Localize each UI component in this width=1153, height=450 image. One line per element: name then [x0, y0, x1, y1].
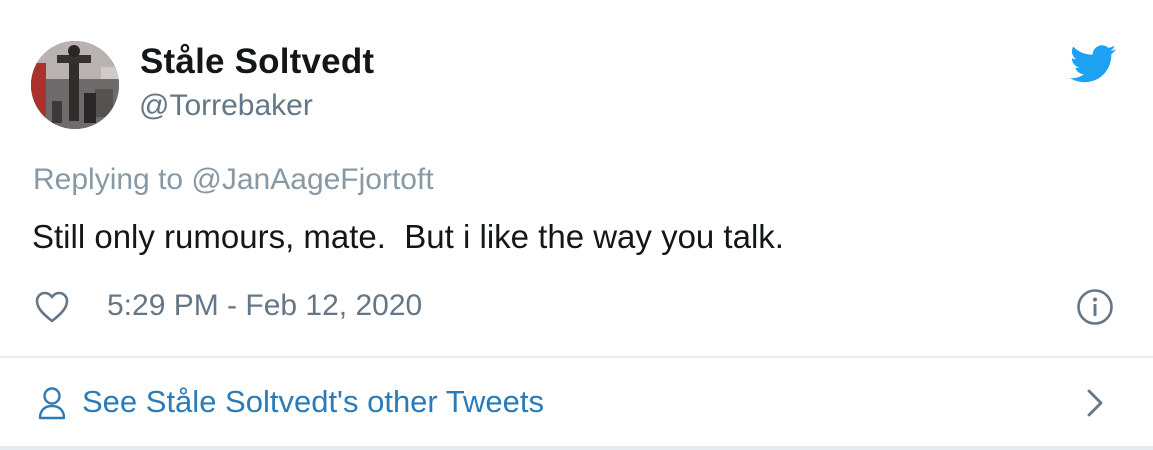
embedded-tweet-card: Ståle Soltvedt @Torrebaker Replying to @…: [0, 0, 1153, 450]
reply-context[interactable]: Replying to @JanAageFjortoft: [33, 163, 434, 197]
tweet-meta-row: 5:29 PM - Feb 12, 2020: [0, 282, 1153, 332]
display-name[interactable]: Ståle Soltvedt: [140, 42, 374, 82]
person-icon-graphic: [38, 387, 66, 420]
see-other-tweets-link[interactable]: See Ståle Soltvedt's other Tweets: [0, 358, 1153, 446]
avatar-photo: [31, 41, 119, 129]
avatar[interactable]: [31, 41, 119, 129]
tweet-timestamp[interactable]: 5:29 PM - Feb 12, 2020: [107, 289, 422, 323]
twitter-bird-icon-graphic: [1070, 45, 1116, 83]
twitter-bird-icon[interactable]: [1070, 44, 1116, 84]
chevron-right-icon-graphic: [1087, 389, 1103, 417]
heart-icon-graphic: [35, 291, 69, 323]
card-bottom-border: [0, 446, 1153, 450]
user-handle[interactable]: @Torrebaker: [139, 89, 313, 123]
tweet-text: Still only rumours, mate. But i like the…: [32, 218, 784, 255]
info-icon[interactable]: [1076, 288, 1114, 326]
chevron-right-icon[interactable]: [1083, 387, 1107, 419]
heart-icon[interactable]: [34, 290, 70, 324]
see-other-tweets-label[interactable]: See Ståle Soltvedt's other Tweets: [82, 384, 544, 420]
info-icon-graphic: [1077, 289, 1113, 325]
person-icon: [37, 386, 67, 420]
